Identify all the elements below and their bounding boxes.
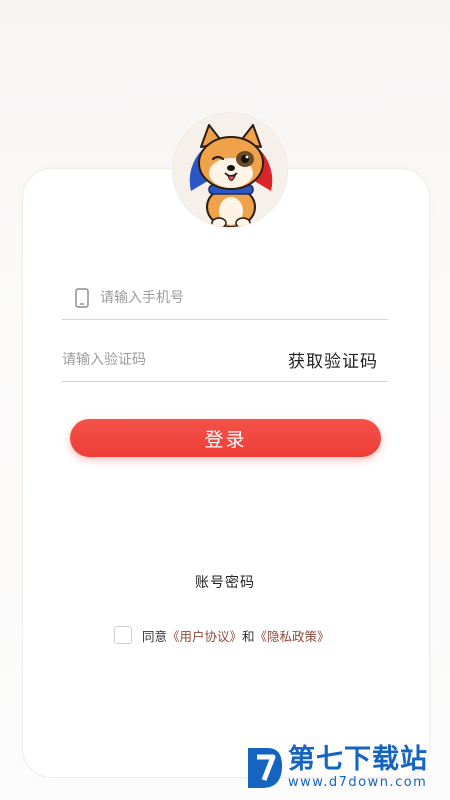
agreement-row: 同意 《用户协议》 和 《隐私政策》	[114, 624, 330, 646]
phone-input[interactable]	[100, 289, 388, 306]
login-screen: 获取验证码 登录 账号密码 同意 《用户协议》 和 《隐私政策》 第七下载站 w…	[0, 0, 450, 800]
login-button[interactable]: 登录	[70, 419, 381, 457]
agreement-and: 和	[242, 628, 255, 644]
verification-code-field: 获取验证码	[62, 338, 388, 382]
phone-icon	[70, 286, 94, 310]
account-password-login-link[interactable]: 账号密码	[0, 572, 450, 592]
agreement-checkbox[interactable]	[114, 626, 132, 644]
privacy-policy-link[interactable]: 《隐私政策》	[255, 626, 330, 645]
user-agreement-link[interactable]: 《用户协议》	[167, 626, 242, 645]
shiba-dog-icon	[189, 124, 273, 227]
watermark-url: www.d7down.com	[288, 775, 428, 790]
avatar	[172, 112, 288, 228]
get-code-button[interactable]: 获取验证码	[288, 347, 388, 372]
phone-field	[62, 276, 388, 320]
agreement-prefix: 同意	[142, 628, 168, 644]
d7-logo-icon	[248, 748, 282, 788]
watermark-name: 第七下载站	[288, 744, 428, 775]
login-card	[22, 168, 430, 778]
verification-code-input[interactable]	[62, 351, 288, 368]
watermark: 第七下载站 www.d7down.com	[244, 740, 444, 796]
